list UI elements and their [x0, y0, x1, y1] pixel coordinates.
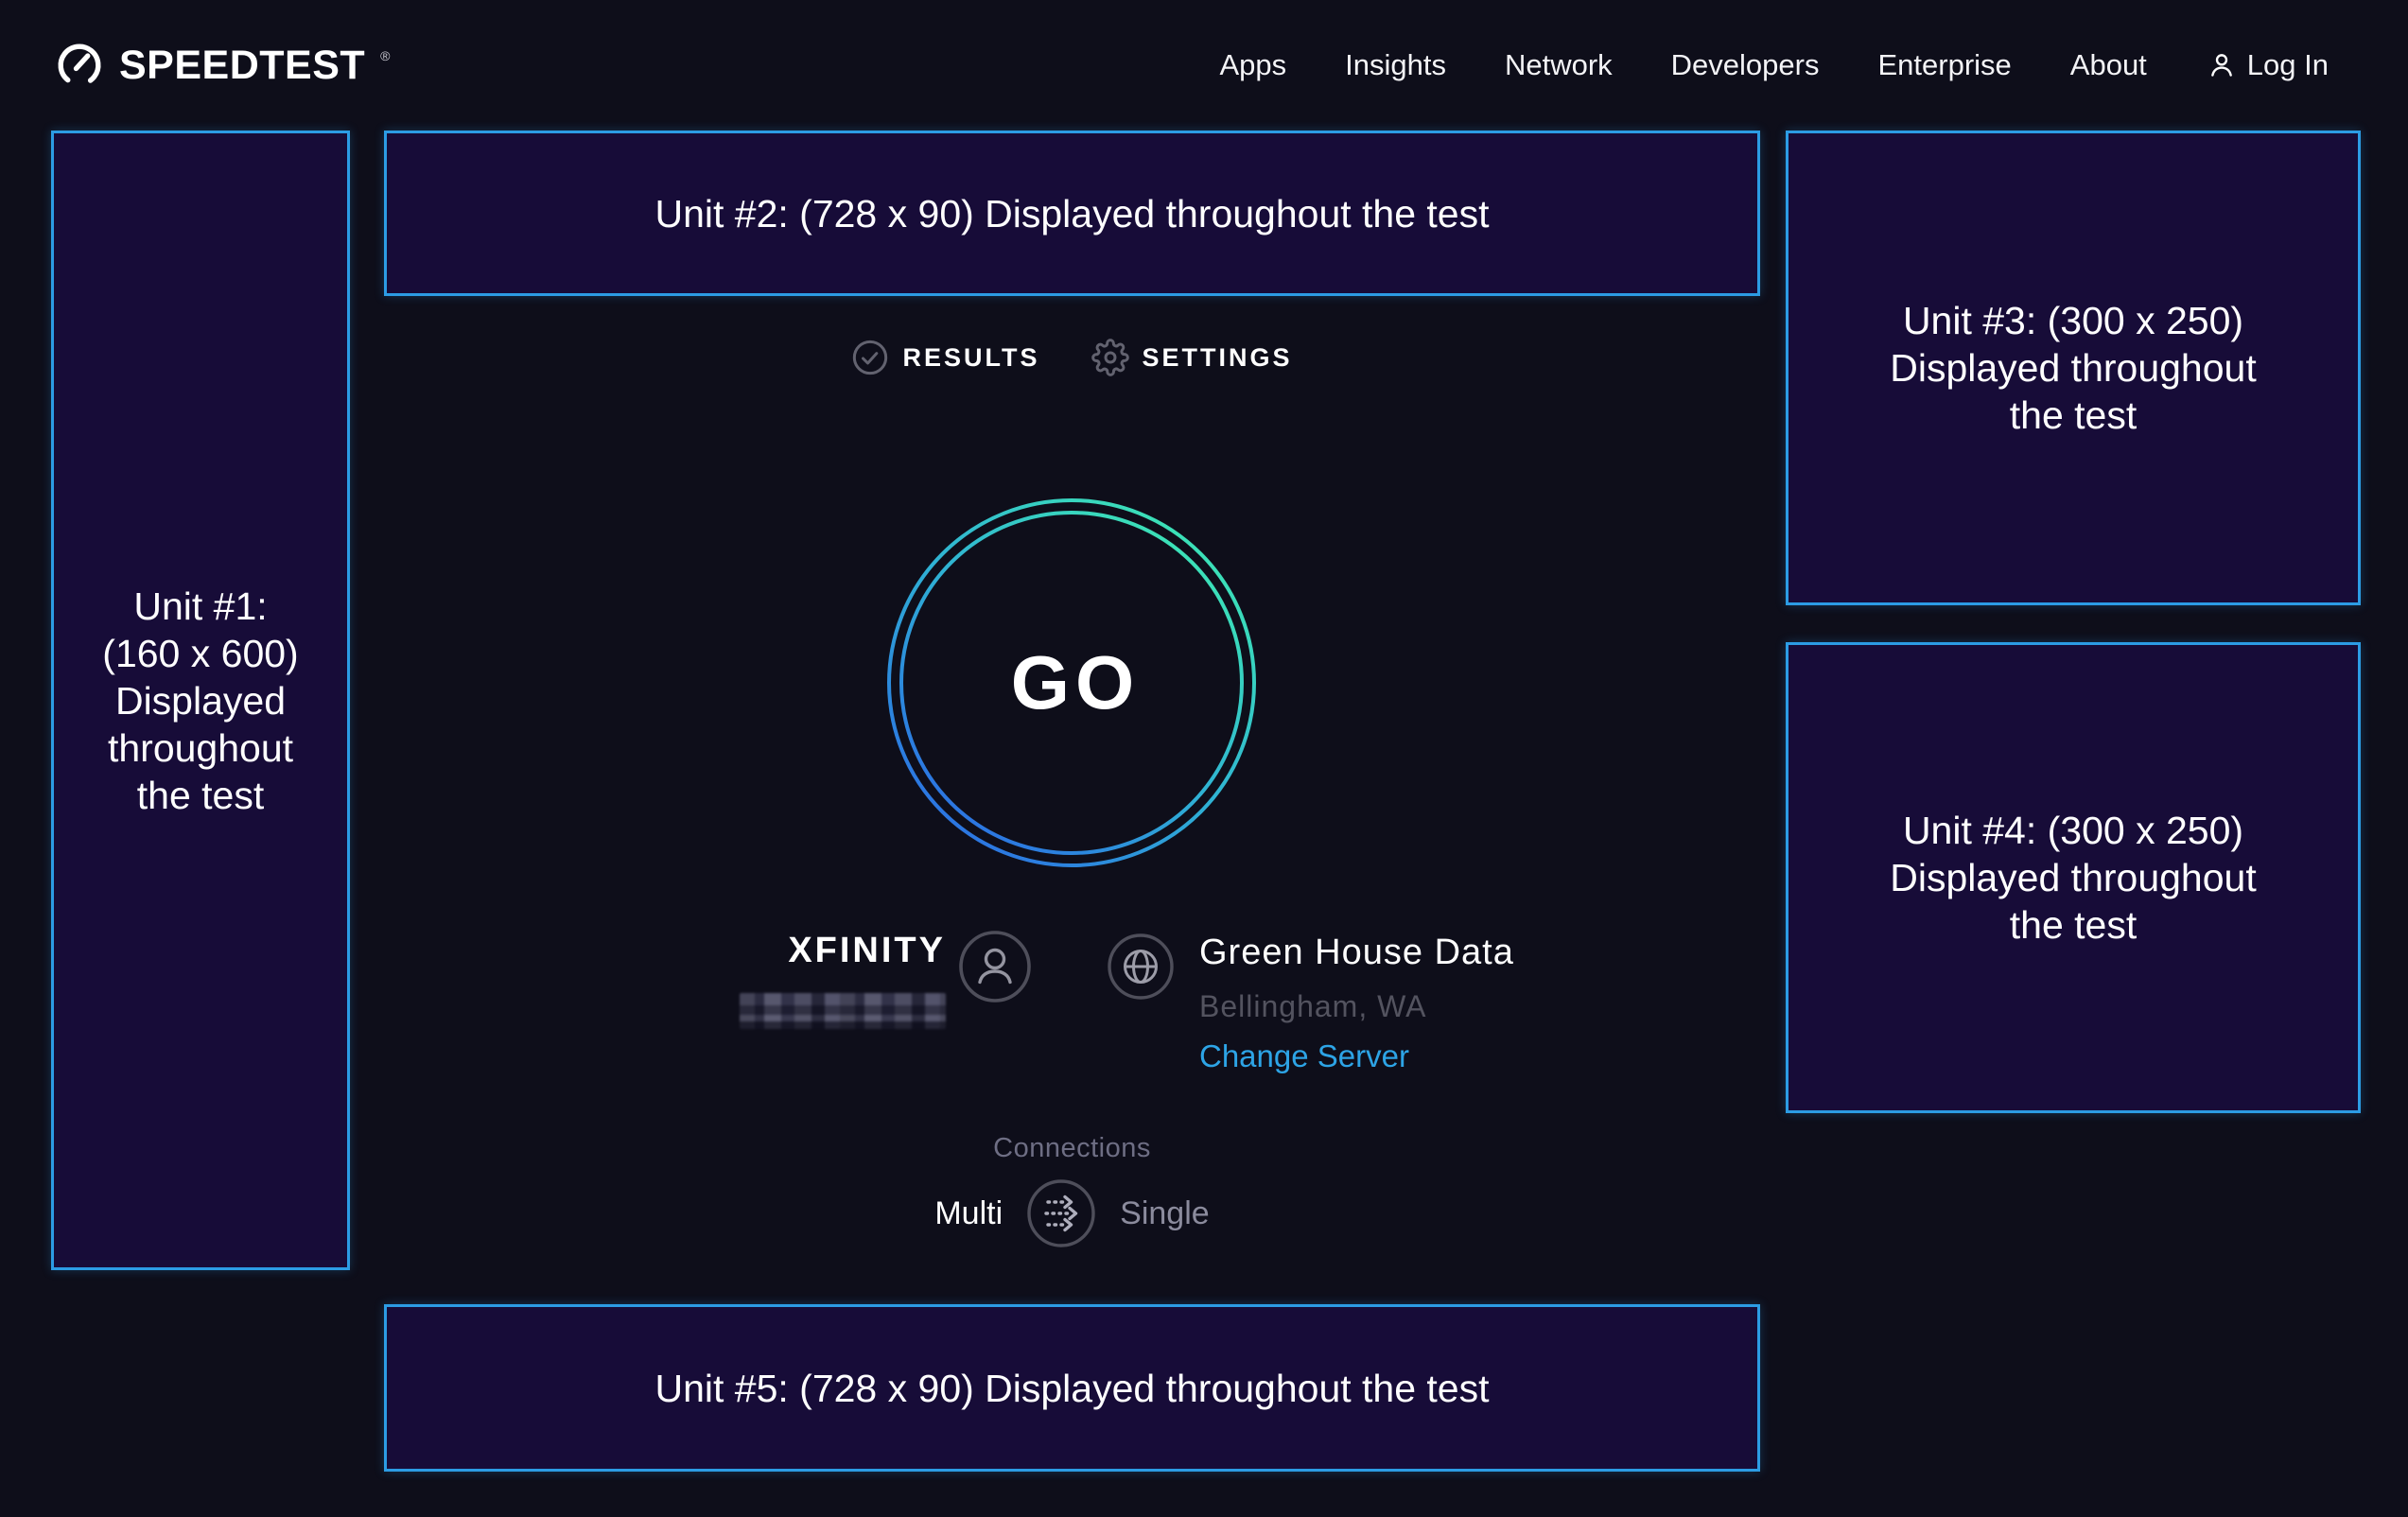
ad-unit-5-text: Unit #5: (728 x 90) Displayed throughout… [654, 1365, 1489, 1412]
logo-trademark: ® [380, 48, 390, 63]
speedtest-logo[interactable]: SPEEDTEST ® [53, 39, 391, 92]
ad-unit-4-text: Unit #4: (300 x 250) Displayed throughou… [1890, 807, 2256, 949]
tab-settings[interactable]: SETTINGS [1091, 339, 1293, 376]
logo-text: SPEEDTEST [119, 43, 365, 89]
login-button[interactable]: Log In [2206, 48, 2329, 82]
ad-unit-3[interactable]: Unit #3: (300 x 250) Displayed throughou… [1786, 131, 2361, 605]
top-nav-bar: SPEEDTEST ® Apps Insights Network Develo… [0, 0, 2408, 131]
tab-results-label: RESULTS [902, 343, 1039, 373]
ad-unit-1-text: Unit #1: (160 x 600) Displayed throughou… [102, 583, 298, 819]
isp-ip-redacted-blur [740, 993, 946, 1029]
view-tabs: RESULTS SETTINGS [384, 339, 1760, 376]
connections-toggle-row: Multi Single [384, 1177, 1760, 1249]
go-label: GO [882, 494, 1261, 872]
person-icon [2206, 49, 2238, 81]
server-globe-icon [1107, 933, 1175, 1001]
nav-item-about[interactable]: About [2070, 48, 2147, 82]
check-circle-icon [851, 339, 889, 376]
connections-option-multi[interactable]: Multi [934, 1195, 1003, 1232]
ad-unit-3-text: Unit #3: (300 x 250) Displayed throughou… [1890, 297, 2256, 439]
speedtest-page: SPEEDTEST ® Apps Insights Network Develo… [0, 0, 2408, 1517]
go-button[interactable]: GO [882, 494, 1261, 872]
isp-user-icon [957, 929, 1033, 1004]
nav-item-developers[interactable]: Developers [1671, 48, 1820, 82]
ad-unit-1[interactable]: Unit #1: (160 x 600) Displayed throughou… [51, 131, 350, 1270]
nav-item-network[interactable]: Network [1505, 48, 1613, 82]
ad-unit-4[interactable]: Unit #4: (300 x 250) Displayed throughou… [1786, 642, 2361, 1113]
isp-name: XFINITY [788, 931, 946, 971]
login-label: Log In [2247, 48, 2329, 82]
multi-connections-toggle-icon[interactable] [1025, 1177, 1097, 1249]
connections-option-single[interactable]: Single [1120, 1195, 1210, 1232]
speedometer-logo-icon [53, 39, 106, 92]
main-nav: Apps Insights Network Developers Enterpr… [1219, 48, 2329, 82]
ad-unit-2-text: Unit #2: (728 x 90) Displayed throughout… [654, 190, 1489, 237]
change-server-link[interactable]: Change Server [1199, 1038, 1409, 1074]
ad-unit-2[interactable]: Unit #2: (728 x 90) Displayed throughout… [384, 131, 1760, 296]
server-location: Bellingham, WA [1199, 989, 1426, 1024]
nav-item-insights[interactable]: Insights [1345, 48, 1446, 82]
nav-item-enterprise[interactable]: Enterprise [1877, 48, 2011, 82]
connections-label: Connections [384, 1133, 1760, 1164]
ad-unit-5[interactable]: Unit #5: (728 x 90) Displayed throughout… [384, 1304, 1760, 1472]
gear-icon [1091, 339, 1129, 376]
tab-results[interactable]: RESULTS [851, 339, 1039, 376]
tab-settings-label: SETTINGS [1143, 343, 1293, 373]
server-name: Green House Data [1199, 933, 1514, 973]
nav-item-apps[interactable]: Apps [1219, 48, 1286, 82]
